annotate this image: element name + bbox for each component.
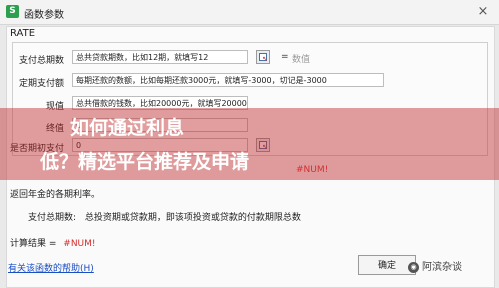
argument-description-text: 总投资期或贷款期，即该项投资或贷款的付款期限总数 <box>84 213 301 223</box>
help-link[interactable]: 有关该函数的帮助(H) <box>8 261 94 274</box>
close-button[interactable]: × <box>475 4 491 20</box>
function-description: 返回年金的各期利率。 <box>10 190 101 200</box>
window-title: 函数参数 <box>24 10 64 21</box>
title-bar: S 函数参数 × <box>0 0 499 25</box>
function-name: RATE <box>10 28 36 39</box>
arg-label-nper: 支付总期数 <box>18 56 64 66</box>
watermark-text: 阿滨杂谈 <box>422 262 462 273</box>
result-preview: #NUM! <box>296 165 329 175</box>
argument-description: 支付总期数: 总投资期或贷款期，即该项投资或贷款的付款期限总数 <box>28 210 301 223</box>
range-select-icon[interactable]: ↖ <box>256 50 270 64</box>
arg-preview-nper: 数值 <box>292 55 311 65</box>
calc-result-label: 计算结果 = <box>10 239 57 249</box>
overlay-line-2: 低？精选平台推荐及申请 <box>40 151 250 173</box>
arg-label-pmt: 定期支付额 <box>18 79 64 89</box>
overlay-line-1: 如何通过利息 <box>70 117 185 139</box>
arg-input-pmt[interactable]: 每期还款的数额，比如每期还款3000元，就填写-3000，切记是-3000 <box>72 73 384 87</box>
calc-result: 计算结果 = #NUM! <box>10 236 96 249</box>
watermark-icon: ◉ <box>408 261 419 273</box>
arg-input-nper[interactable]: 总共贷款期数，比如12期，就填写12 <box>72 50 248 64</box>
watermark: ◉ 阿滨杂谈 <box>408 258 462 273</box>
calc-result-value: #NUM! <box>63 239 96 249</box>
app-icon: S <box>6 5 19 18</box>
argument-description-label: 支付总期数: <box>28 213 77 223</box>
equals-sign: = <box>281 52 289 62</box>
